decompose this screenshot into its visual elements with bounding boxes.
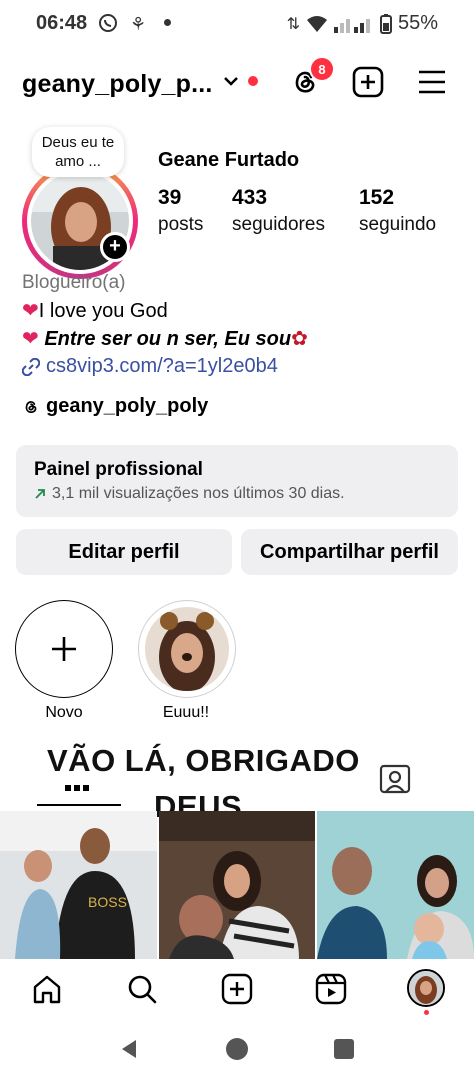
- recents-icon[interactable]: [334, 1039, 354, 1059]
- bio-line-2-bold: Entre ser ou n ser: [44, 328, 214, 350]
- back-icon[interactable]: [118, 1038, 140, 1060]
- stat-followers[interactable]: 433 seguidores: [232, 186, 325, 236]
- search-icon[interactable]: [126, 973, 158, 1005]
- system-navigation: [0, 1021, 474, 1080]
- bio-line-2-rest: , Eu sou: [213, 328, 292, 350]
- app-notification-icon: ⚘: [130, 14, 147, 34]
- threads-handle: geany_poly_poly: [46, 395, 209, 417]
- overlay-caption-line-1: VÃO LÁ, OBRIGADO: [45, 743, 362, 779]
- stat-followers-label: seguidores: [232, 214, 325, 235]
- grid-tab-icon[interactable]: [63, 783, 91, 795]
- stat-following[interactable]: 152 seguindo: [359, 186, 436, 236]
- highlight-cover: [145, 607, 229, 691]
- svg-text:BOSS: BOSS: [88, 894, 127, 910]
- profile-tab-avatar[interactable]: [407, 969, 445, 1007]
- new-post-icon[interactable]: [221, 973, 253, 1005]
- stat-followers-value: 433: [232, 186, 268, 209]
- stat-following-label: seguindo: [359, 214, 437, 235]
- post-thumbnail[interactable]: [317, 811, 474, 959]
- add-story-plus-icon[interactable]: +: [100, 232, 130, 262]
- edit-profile-button[interactable]: Editar perfil: [16, 529, 232, 575]
- heart-icon: ❤: [22, 328, 39, 350]
- profile-activity-dot: [424, 1010, 429, 1015]
- highlight-label-euuu: Euuu!!: [162, 704, 210, 721]
- create-post-icon[interactable]: [352, 66, 384, 98]
- threads-icon: [22, 398, 40, 416]
- home-button-icon[interactable]: [226, 1038, 248, 1060]
- bottom-navigation: [0, 959, 474, 1021]
- profile-category: Blogueiro(a): [22, 272, 126, 293]
- rose-icon: ✿: [291, 328, 308, 350]
- unread-dot: [248, 76, 258, 86]
- status-time: 06:48: [36, 12, 88, 34]
- panel-subtitle-text: 3,1 mil visualizações nos últimos 30 dia…: [52, 485, 345, 502]
- post-thumbnail[interactable]: [159, 811, 315, 959]
- stat-posts[interactable]: 39 posts: [158, 186, 203, 236]
- link-icon: [22, 357, 40, 376]
- panel-title: Painel profissional: [34, 459, 203, 480]
- reels-icon[interactable]: [315, 973, 347, 1005]
- bio-line-1-text: I love you God: [38, 300, 168, 322]
- full-name: Geane Furtado: [158, 149, 300, 171]
- tagged-tab-icon[interactable]: [378, 762, 412, 796]
- highlight-euuu[interactable]: [138, 600, 236, 698]
- menu-icon[interactable]: [417, 67, 447, 97]
- professional-dashboard[interactable]: Painel profissional 3,1 mil visualizaçõe…: [16, 445, 458, 517]
- bio-line-2: ❤ Entre ser ou n ser, Eu sou✿: [22, 326, 308, 351]
- heart-icon: ❤: [22, 300, 39, 322]
- panel-subtitle: 3,1 mil visualizações nos últimos 30 dia…: [34, 485, 345, 503]
- share-profile-button[interactable]: Compartilhar perfil: [241, 529, 458, 575]
- home-icon[interactable]: [31, 973, 63, 1005]
- stat-following-value: 152: [359, 186, 395, 209]
- post-thumbnail[interactable]: BOSS: [0, 811, 157, 959]
- notification-badge: 8: [309, 56, 335, 82]
- signal-icon: [333, 15, 374, 33]
- highlight-label-new: Novo: [45, 704, 83, 721]
- more-notifications-dot: [164, 19, 171, 26]
- wifi-icon: [306, 15, 328, 33]
- vibrate-icon: ⇅: [286, 15, 300, 33]
- whatsapp-icon: [98, 13, 118, 33]
- bio-link[interactable]: cs8vip3.com/?a=1yl2e0b4: [22, 355, 278, 378]
- active-tab-indicator: [37, 804, 121, 806]
- profile-note[interactable]: Deus eu te amo ...: [32, 127, 124, 177]
- bio-link-text: cs8vip3.com/?a=1yl2e0b4: [46, 355, 278, 377]
- status-right: ⇅ 55%: [287, 12, 438, 35]
- profile-avatar[interactable]: [22, 163, 138, 279]
- stat-posts-label: posts: [158, 214, 204, 235]
- plus-icon: [52, 637, 76, 661]
- threads-profile-link[interactable]: geany_poly_poly: [22, 395, 208, 418]
- battery-percent: 55%: [397, 12, 438, 34]
- chevron-down-icon[interactable]: [222, 72, 240, 90]
- trend-up-icon: [34, 488, 46, 500]
- username-switcher[interactable]: geany_poly_p...: [22, 70, 213, 99]
- stat-posts-value: 39: [158, 186, 182, 209]
- bio-line-1: ❤I love you God: [22, 298, 168, 323]
- new-highlight-button[interactable]: [15, 600, 113, 698]
- battery-icon: [379, 13, 392, 34]
